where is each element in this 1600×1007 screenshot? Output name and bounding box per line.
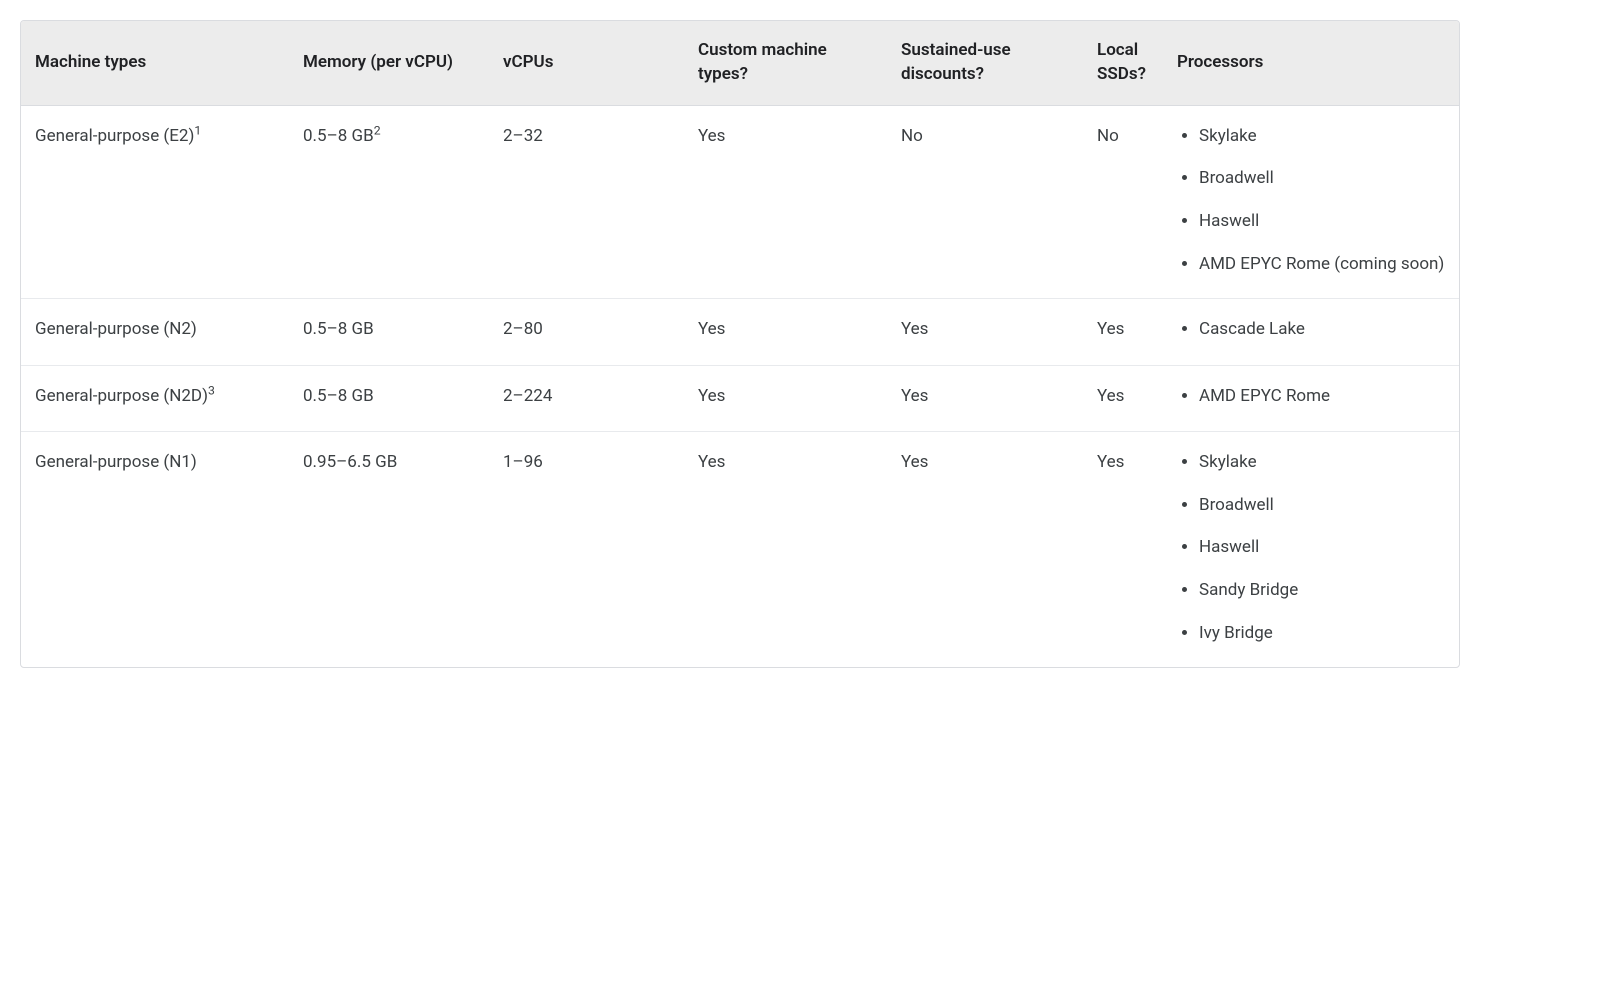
cell-local-ssd: Yes	[1083, 299, 1163, 366]
cell-custom-machine-types: Yes	[684, 432, 887, 668]
machine-types-table: Machine types Memory (per vCPU) vCPUs Cu…	[21, 21, 1459, 667]
list-item: Cascade Lake	[1199, 317, 1445, 342]
list-item: AMD EPYC Rome	[1199, 384, 1445, 409]
footnote-ref: 3	[208, 383, 215, 397]
cell-memory: 0.5–8 GB	[289, 299, 489, 366]
processor-list: AMD EPYC Rome	[1177, 384, 1445, 409]
cell-sustained-use: Yes	[887, 365, 1083, 432]
list-item: Skylake	[1199, 450, 1445, 475]
cell-vcpus: 1–96	[489, 432, 684, 668]
col-header-processors: Processors	[1163, 21, 1459, 105]
cell-processors: Cascade Lake	[1163, 299, 1459, 366]
cell-memory: 0.5–8 GB2	[289, 105, 489, 299]
cell-sustained-use: Yes	[887, 299, 1083, 366]
cell-local-ssd: Yes	[1083, 365, 1163, 432]
cell-vcpus: 2–224	[489, 365, 684, 432]
processor-list: Skylake Broadwell Haswell AMD EPYC Rome (co…	[1177, 124, 1445, 277]
machine-type-label: General-purpose (N2D)	[35, 386, 208, 406]
machine-type-label: General-purpose (N2)	[35, 319, 197, 339]
list-item: Haswell	[1199, 209, 1445, 234]
memory-value: 0.5–8 GB	[303, 319, 374, 339]
list-item: Ivy Bridge	[1199, 621, 1445, 646]
cell-vcpus: 2–32	[489, 105, 684, 299]
list-item: Broadwell	[1199, 493, 1445, 518]
footnote-ref: 2	[374, 123, 381, 137]
machine-types-table-container: Machine types Memory (per vCPU) vCPUs Cu…	[20, 20, 1460, 668]
table-row: General-purpose (N1)0.95–6.5 GB1–96YesYe…	[21, 432, 1459, 668]
cell-vcpus: 2–80	[489, 299, 684, 366]
cell-memory: 0.5–8 GB	[289, 365, 489, 432]
col-header-custom: Custom machine types?	[684, 21, 887, 105]
memory-value: 0.5–8 GB	[303, 126, 374, 146]
table-row: General-purpose (E2)10.5–8 GB22–32YesNoN…	[21, 105, 1459, 299]
col-header-vcpus: vCPUs	[489, 21, 684, 105]
cell-memory: 0.95–6.5 GB	[289, 432, 489, 668]
cell-machine-type: General-purpose (N2D)3	[21, 365, 289, 432]
table-row: General-purpose (N2D)30.5–8 GB2–224YesYe…	[21, 365, 1459, 432]
col-header-local-ssd: Local SSDs?	[1083, 21, 1163, 105]
col-header-machine-types: Machine types	[21, 21, 289, 105]
processor-list: Cascade Lake	[1177, 317, 1445, 342]
cell-processors: Skylake Broadwell Haswell AMD EPYC Rome (co…	[1163, 105, 1459, 299]
memory-value: 0.5–8 GB	[303, 386, 374, 406]
list-item: Skylake	[1199, 124, 1445, 149]
machine-type-label: General-purpose (E2)	[35, 126, 194, 146]
cell-processors: AMD EPYC Rome	[1163, 365, 1459, 432]
machine-type-label: General-purpose (N1)	[35, 452, 197, 472]
cell-machine-type: General-purpose (E2)1	[21, 105, 289, 299]
cell-sustained-use: No	[887, 105, 1083, 299]
cell-local-ssd: Yes	[1083, 432, 1163, 668]
list-item: Haswell	[1199, 535, 1445, 560]
table-body: General-purpose (E2)10.5–8 GB22–32YesNoN…	[21, 105, 1459, 667]
cell-sustained-use: Yes	[887, 432, 1083, 668]
table-header-row: Machine types Memory (per vCPU) vCPUs Cu…	[21, 21, 1459, 105]
col-header-sustained: Sustained-use discounts?	[887, 21, 1083, 105]
cell-machine-type: General-purpose (N1)	[21, 432, 289, 668]
table-row: General-purpose (N2)0.5–8 GB2–80YesYesYe…	[21, 299, 1459, 366]
col-header-memory: Memory (per vCPU)	[289, 21, 489, 105]
footnote-ref: 1	[194, 123, 201, 137]
memory-value: 0.95–6.5 GB	[303, 452, 397, 472]
cell-machine-type: General-purpose (N2)	[21, 299, 289, 366]
cell-local-ssd: No	[1083, 105, 1163, 299]
cell-processors: Skylake Broadwell Haswell Sandy Bridge Ivy B…	[1163, 432, 1459, 668]
list-item: Broadwell	[1199, 166, 1445, 191]
list-item: Sandy Bridge	[1199, 578, 1445, 603]
cell-custom-machine-types: Yes	[684, 299, 887, 366]
processor-list: Skylake Broadwell Haswell Sandy Bridge Ivy B…	[1177, 450, 1445, 645]
cell-custom-machine-types: Yes	[684, 365, 887, 432]
list-item: AMD EPYC Rome (coming soon)	[1199, 252, 1445, 277]
cell-custom-machine-types: Yes	[684, 105, 887, 299]
